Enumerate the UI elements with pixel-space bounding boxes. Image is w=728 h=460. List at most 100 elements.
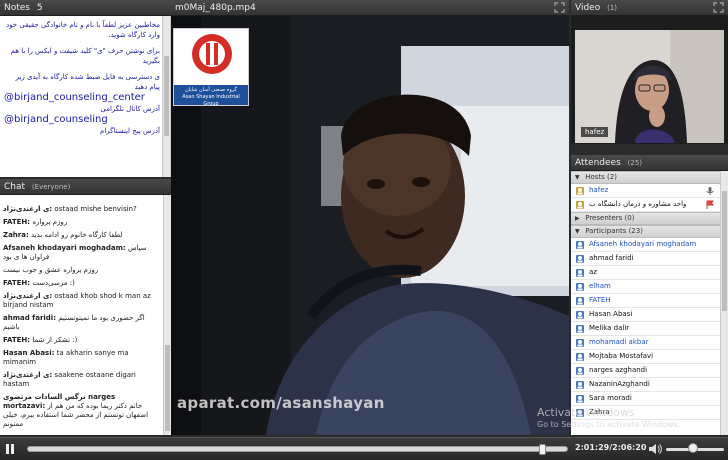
chat-message: Zahra: لطفا کارگاه خانوم رو ادامه بدید <box>3 231 159 240</box>
attendee-row[interactable]: NazaninAzghandi <box>571 378 728 392</box>
notes-handle[interactable]: @birjand_counseling_center <box>4 92 160 104</box>
attendee-name: NazaninAzghandi <box>589 380 650 388</box>
chat-sender: ی ارغندی‌نژاد: <box>3 205 53 213</box>
user-icon <box>576 353 584 361</box>
chat-sender: FATEH: <box>3 218 31 226</box>
attendee-name: واحد مشاوره و درمان دانشگاه ب <box>589 200 687 208</box>
attendees-pod-header: Attendees (25) <box>571 155 728 171</box>
hosts-list: hafez واحد مشاوره و درمان دانشگاه ب <box>571 184 728 212</box>
user-icon <box>576 395 584 403</box>
user-icon <box>576 297 584 305</box>
attendee-name: mohamadi akbar <box>589 338 649 346</box>
notes-line: برای نوشتن حرف "ی" کلید شیفت و ایکس را ب… <box>10 47 160 65</box>
chat-text: ostaad mishe benvisin? <box>54 205 137 213</box>
attendees-pod: ▼ Hosts (2) hafez واحد مشاوره و درمان دان… <box>571 171 728 435</box>
attendees-count: (25) <box>627 159 643 167</box>
chat-text: تشکر از شما :) <box>32 336 78 344</box>
fullscreen-icon[interactable] <box>713 2 724 13</box>
chat-message: ahmad faridi: اگر حضوری بود ما نمیتونستی… <box>3 314 159 332</box>
chat-text: لطفا کارگاه خانوم رو ادامه بدید <box>31 231 123 239</box>
presenters-section-header[interactable]: ▶ Presenters (0) <box>571 212 728 225</box>
attendee-name: Hasan Abasi <box>589 310 633 318</box>
asanshayan-logo-icon <box>192 34 232 74</box>
chat-message: Afsaneh khodayari moghadam: سپاس فراوان … <box>3 244 159 262</box>
chat-message-list: ی ارغندی‌نژاد: ostaad mishe benvisin? FAT… <box>3 205 159 433</box>
notes-scrollbar[interactable] <box>162 16 170 177</box>
video-pod: hafez <box>571 16 728 144</box>
chat-scope[interactable]: (Everyone) <box>32 183 70 191</box>
webcam-feed[interactable]: hafez <box>575 30 724 143</box>
chat-title: Chat <box>4 182 26 192</box>
user-icon <box>576 339 584 347</box>
share-pod-header: m0Maj_480p.mp4 <box>171 0 569 16</box>
chat-sender: FATEH: <box>3 336 31 344</box>
attendee-row[interactable]: narges azghandi <box>571 364 728 378</box>
chat-message: روزم پرواره عشق و جوب نیست <box>3 266 159 275</box>
attendee-row[interactable]: Mojtaba Mostafavi <box>571 350 728 364</box>
volume-icon[interactable] <box>648 443 662 455</box>
notes-line: آدرس پیج اینستاگرام <box>100 127 160 135</box>
video-watermark: aparat.com/asanshayan <box>177 394 385 412</box>
notes-line: آدرس کانال تلگرامی <box>100 105 160 113</box>
participants-list: Afsaneh khodayari moghadam ahmad faridi az… <box>571 238 728 420</box>
pause-icon[interactable] <box>5 443 15 455</box>
attendee-row[interactable]: واحد مشاوره و درمان دانشگاه ب <box>571 198 728 212</box>
attendee-row[interactable]: FATEH <box>571 294 728 308</box>
hosts-section-header[interactable]: ▼ Hosts (2) <box>571 171 728 184</box>
attendee-row[interactable]: Hasan Abasi <box>571 308 728 322</box>
participants-section-header[interactable]: ▼ Participants (23) <box>571 225 728 238</box>
chat-message: FATEH: تشکر از شما :) <box>3 336 159 345</box>
notes-text: مخاطبین عزیز لطفاً با نام و نام خانوادگی… <box>4 20 160 136</box>
user-icon <box>576 283 584 291</box>
video-count: (1) <box>607 4 618 12</box>
user-icon <box>576 201 584 209</box>
notes-line: مخاطبین عزیز لطفاً با نام و نام خانوادگی… <box>6 21 160 39</box>
notes-line: ی دسترسی به فایل ضبط شده کارگاه به آیدی … <box>15 73 160 91</box>
playback-time: 2:01:29/2:06:20 <box>575 443 647 452</box>
chat-sender: Zahra: <box>3 231 29 239</box>
attendee-row[interactable]: ahmad faridi <box>571 252 728 266</box>
attendee-row[interactable]: hafez <box>571 184 728 198</box>
attendee-name: az <box>589 268 597 276</box>
attendee-row[interactable]: Sara moradi <box>571 392 728 406</box>
logo-text-fa: گروه صنعتی آسان شایان <box>185 87 237 93</box>
fullscreen-icon[interactable] <box>554 2 565 13</box>
user-icon <box>576 255 584 263</box>
attendee-name: Melika dalir <box>589 324 630 332</box>
chat-message: Hasan Abasi: ta akharin sanye ma mimanim <box>3 349 159 367</box>
attendee-name: Afsaneh khodayari moghadam <box>589 240 697 248</box>
user-icon <box>576 241 584 249</box>
attendee-name: Mojtaba Mostafavi <box>589 352 654 360</box>
chat-sender: ی ارغندی‌نژاد: <box>3 292 53 300</box>
chat-message: نرگس السادات مرتضوی narges mortazavi: خا… <box>3 393 159 429</box>
shared-video-pod[interactable]: گروه صنعتی آسان شایان Asan Shayan Indust… <box>171 16 569 435</box>
attendee-name: ahmad faridi <box>589 254 634 262</box>
volume-handle[interactable] <box>688 443 698 453</box>
expand-triangle-icon: ▶ <box>575 215 580 222</box>
notes-pod-header: Notes 5 <box>0 0 171 16</box>
chat-text: روزم پرواره <box>32 218 68 226</box>
notes-pod[interactable]: مخاطبین عزیز لطفاً با نام و نام خانوادگی… <box>0 16 171 177</box>
attendee-row[interactable]: elham <box>571 280 728 294</box>
attendee-row[interactable]: Melika dalir <box>571 322 728 336</box>
status-flag-icon <box>706 200 714 209</box>
notes-title: Notes <box>4 3 30 13</box>
seek-handle[interactable] <box>539 444 546 455</box>
attendee-row[interactable]: mohamadi akbar <box>571 336 728 350</box>
seek-bar[interactable] <box>27 444 568 455</box>
channel-logo: گروه صنعتی آسان شایان Asan Shayan Indust… <box>173 28 249 107</box>
attendees-scrollbar[interactable] <box>720 171 728 435</box>
user-icon <box>576 269 584 277</box>
chat-sender: Hasan Abasi: <box>3 349 55 357</box>
attendee-name: elham <box>589 282 611 290</box>
attendee-name: Sara moradi <box>589 394 632 402</box>
notes-handle[interactable]: @birjand_counseling <box>4 114 160 126</box>
attendee-row[interactable]: Afsaneh khodayari moghadam <box>571 238 728 252</box>
share-title: m0Maj_480p.mp4 <box>175 3 256 13</box>
chat-sender: ی ارغندی‌نژاد: <box>3 371 53 379</box>
attendee-row[interactable]: az <box>571 266 728 280</box>
activate-windows-watermark: Activate Windows Go to Settings to activ… <box>537 406 681 429</box>
video-pod-header: Video (1) <box>571 0 728 16</box>
chat-scrollbar[interactable] <box>163 195 171 435</box>
chat-pod: ی ارغندی‌نژاد: ostaad mishe benvisin? FAT… <box>0 195 171 435</box>
